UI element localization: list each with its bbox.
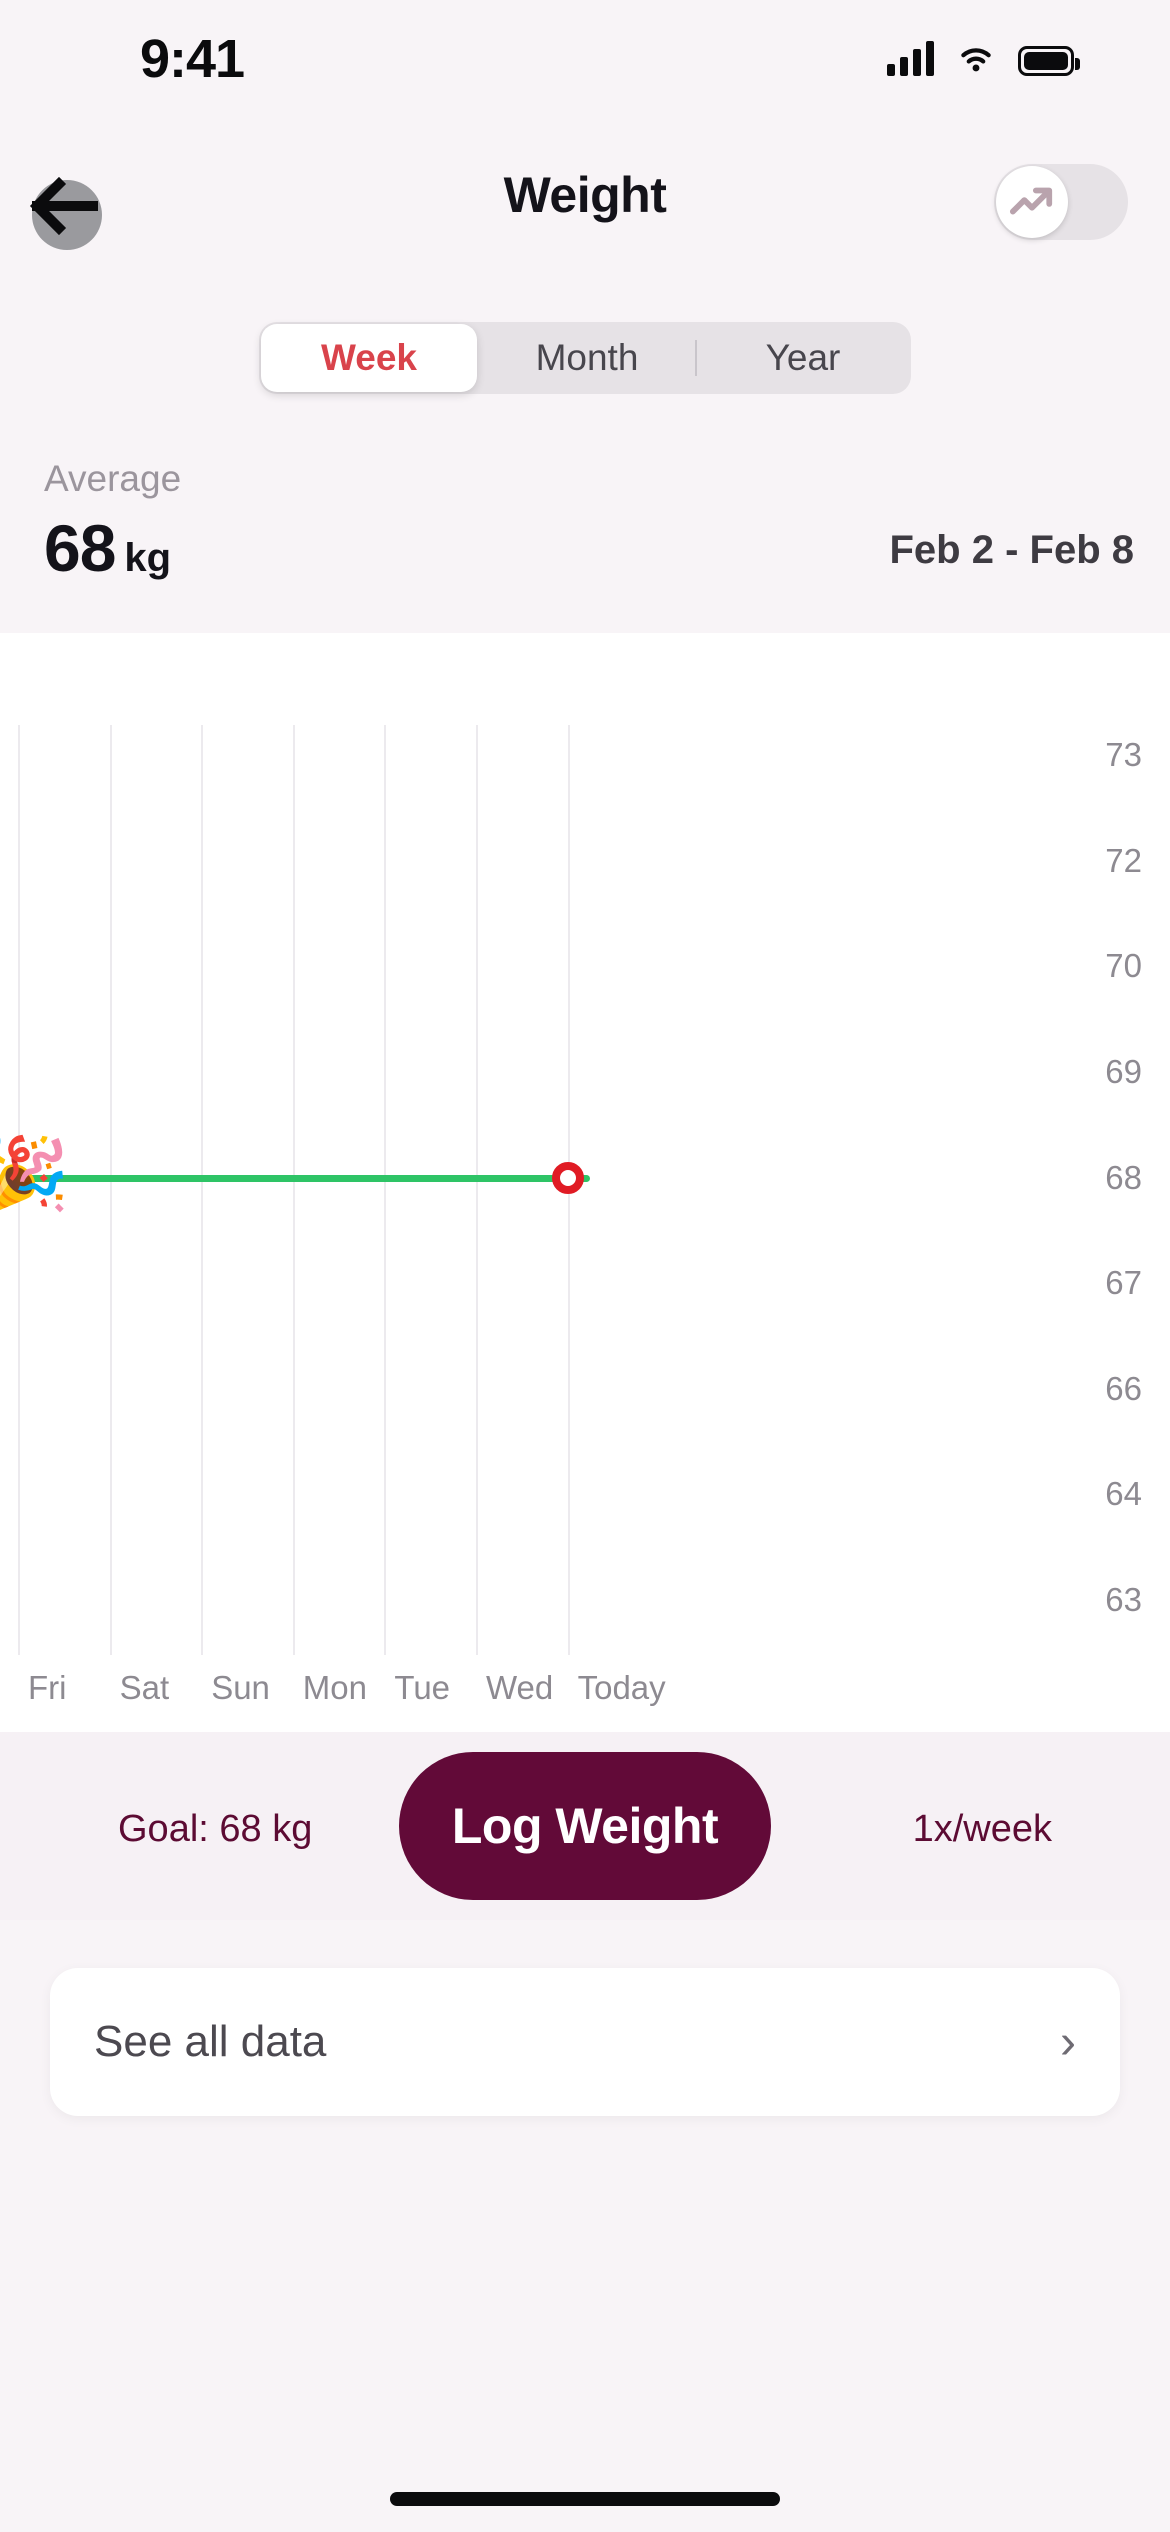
signal-bars-icon — [887, 40, 934, 76]
date-range: Feb 2 - Feb 8 — [889, 528, 1135, 572]
chart-data-point[interactable] — [551, 1161, 584, 1194]
chart-y-label: 64 — [1105, 1475, 1142, 1513]
segment-year-label: Year — [765, 337, 841, 378]
chart-x-label: Fri — [28, 1669, 67, 1706]
segment-week-label: Week — [321, 337, 417, 378]
chart-gridline — [109, 725, 112, 1655]
home-indicator — [390, 2492, 780, 2506]
weight-chart-card: Fri Sat Sun Mon Tue Wed Today 73 72 70 69 68 67 66 64 6… — [0, 633, 1170, 1732]
status-bar-time: 9:41 — [140, 29, 245, 89]
chart-gridline — [384, 725, 387, 1655]
trending-up-icon — [1009, 187, 1053, 215]
average-label: Average — [44, 458, 182, 499]
chart-x-label: Mon — [302, 1669, 367, 1706]
segment-week[interactable]: Week — [261, 324, 477, 392]
chart-x-label: Sun — [211, 1669, 270, 1706]
segment-divider — [695, 340, 697, 376]
chevron-right-icon: › — [1060, 2015, 1076, 2069]
chart-y-label: 67 — [1105, 1264, 1142, 1302]
average-unit: kg — [124, 536, 172, 580]
status-bar-indicators — [887, 40, 1080, 76]
status-bar: 9:41 — [0, 0, 1170, 120]
chart-gridline — [201, 725, 204, 1655]
goal-text: Goal: 68 kg — [118, 1808, 313, 1850]
see-all-data-label: See all data — [94, 2017, 327, 2066]
party-popper-emoji: 🎉 — [0, 1134, 71, 1215]
chart-y-label: 66 — [1105, 1369, 1142, 1407]
chart-y-label: 68 — [1105, 1158, 1142, 1196]
chart-x-label: Tue — [394, 1669, 451, 1706]
action-strip: Goal: 68 kg Log Weight 1x/week — [0, 1732, 1170, 1920]
chart-x-label: Today — [577, 1669, 666, 1706]
wifi-icon — [956, 40, 996, 76]
segment-month-label: Month — [535, 337, 639, 378]
see-all-data-row[interactable]: See all data › — [50, 1968, 1120, 2116]
battery-full-icon — [1018, 46, 1080, 76]
chart-y-label: 63 — [1105, 1581, 1142, 1618]
chart-y-label: 69 — [1105, 1052, 1142, 1090]
trend-toggle-knob — [996, 166, 1068, 238]
average-value-row: 68 kg — [44, 510, 171, 586]
trend-toggle[interactable] — [994, 164, 1128, 240]
navigation-bar: Weight — [0, 150, 1170, 260]
chart-plot-area[interactable]: Fri Sat Sun Mon Tue Wed Today 73 72 70 69 68 67 66 64 6… — [0, 725, 1170, 1706]
log-weight-button[interactable]: Log Weight — [399, 1752, 771, 1900]
range-segmented-control[interactable]: Week Month Year — [259, 322, 911, 394]
chart-y-label: 70 — [1105, 947, 1142, 985]
segment-month[interactable]: Month — [479, 322, 695, 394]
chart-y-label: 73 — [1105, 736, 1142, 773]
phone-screen: 9:41 Weight Week Month Year Average 68 k… — [0, 0, 1170, 2532]
frequency-text: 1x/week — [912, 1808, 1052, 1850]
chart-gridline — [292, 725, 295, 1655]
chart-y-label: 72 — [1105, 841, 1142, 879]
chart-x-label: Sat — [119, 1669, 170, 1706]
chart-x-label: Wed — [486, 1669, 554, 1706]
average-value: 68 — [44, 511, 116, 585]
goal-reference-line — [0, 1174, 590, 1182]
chart-gridline — [476, 725, 478, 1655]
segment-year[interactable]: Year — [695, 322, 911, 394]
